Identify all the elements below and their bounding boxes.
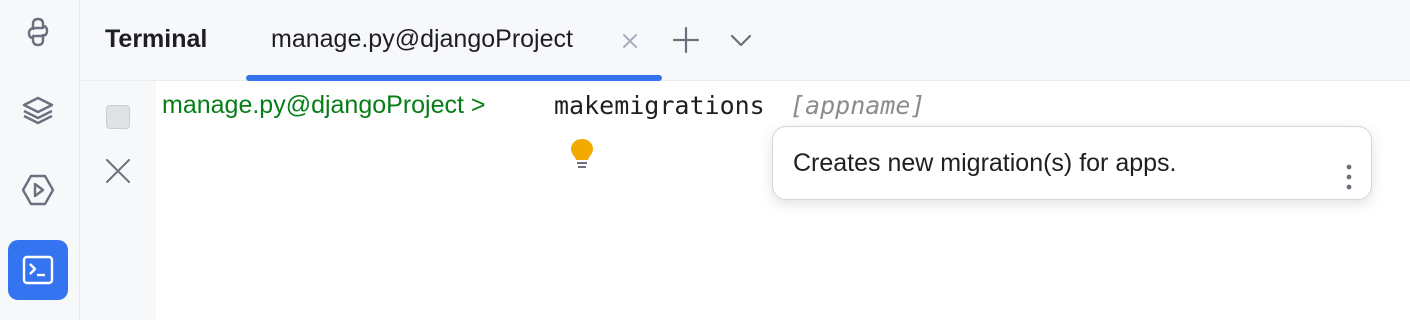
layers-icon [22,96,54,125]
python-icon [27,17,49,47]
terminal-toolbar [80,81,156,320]
command-argument-hint: [appname] [790,91,926,120]
lightbulb-icon[interactable] [568,137,596,171]
stop-button[interactable] [106,105,130,129]
tool-window-title: Terminal [105,25,208,53]
command-description-popup: Creates new migration(s) for apps. [772,126,1372,200]
popup-text: Creates new migration(s) for apps. [793,149,1177,177]
tab-label: manage.py@djangoProject [271,25,573,53]
add-tab-icon[interactable] [670,24,702,56]
terminal-icon [22,255,54,285]
terminal-button[interactable] [8,240,68,300]
terminal-command: makemigrations [554,91,765,120]
chevron-down-icon[interactable] [725,24,757,56]
more-options-icon[interactable] [1345,163,1353,191]
close-icon[interactable] [620,31,640,51]
python-console-button[interactable] [8,2,68,62]
layers-button[interactable] [8,80,68,140]
terminal-prompt: manage.py@djangoProject > [162,91,486,119]
terminal-content[interactable]: manage.py@djangoProject > makemigrations… [156,81,1410,320]
close-session-icon[interactable] [104,157,132,185]
run-icon [21,174,55,206]
services-button[interactable] [8,160,68,220]
tab-manage-py[interactable]: manage.py@djangoProject [246,0,662,81]
terminal-header: Terminal manage.py@djangoProject [80,0,1410,81]
tool-window-sidebar [0,0,80,320]
